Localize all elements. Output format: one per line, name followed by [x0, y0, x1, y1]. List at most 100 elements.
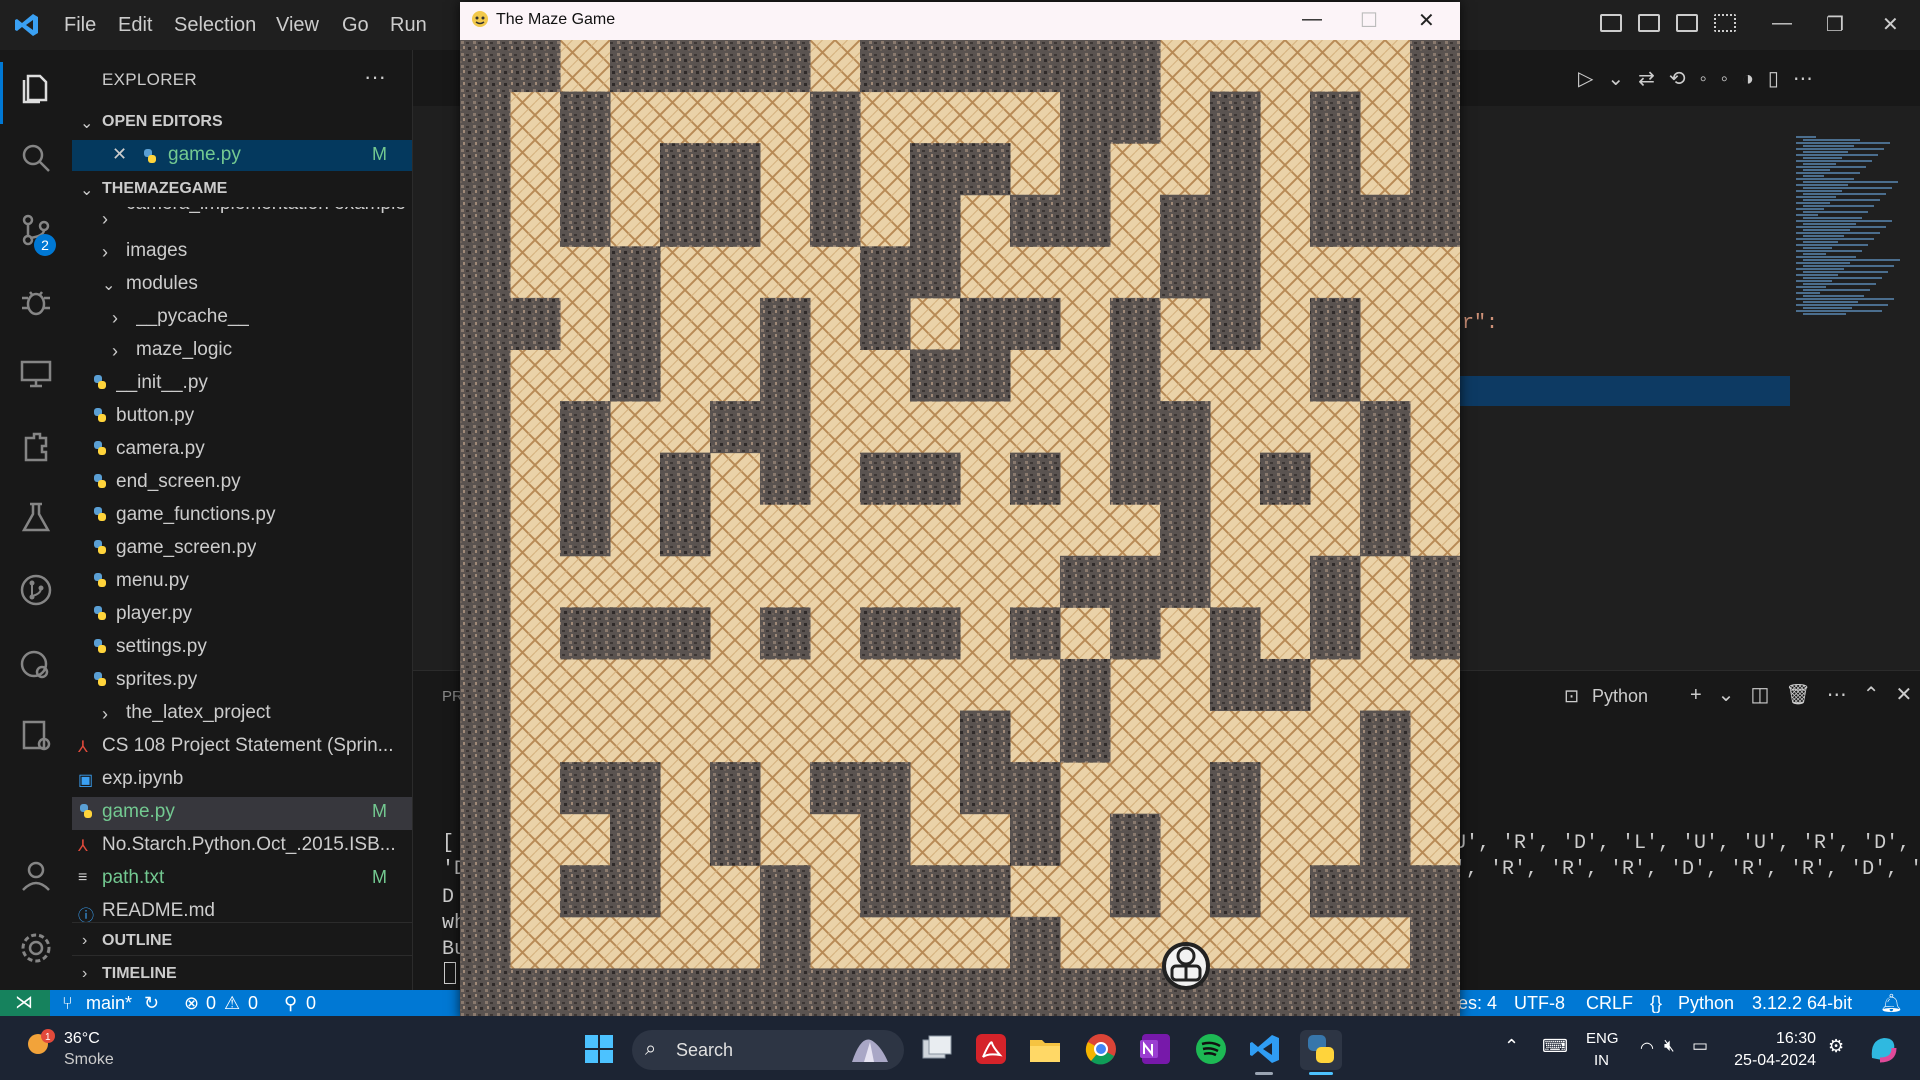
explorer-icon[interactable] [18, 70, 54, 106]
menu-go[interactable]: Go [342, 14, 369, 37]
game-close-icon[interactable]: ✕ [1418, 8, 1435, 33]
toggle-sidebar-icon[interactable] [1600, 14, 1622, 32]
tree-item[interactable]: settings.py [116, 636, 207, 658]
customize-layout-icon[interactable] [1714, 14, 1736, 32]
chevron-down-icon[interactable]: ⌄ [102, 275, 115, 295]
sync-icon[interactable]: ↻ [144, 993, 159, 1014]
tree-item[interactable]: README.md [102, 900, 215, 922]
indentation-status[interactable]: es: 4 [1458, 993, 1497, 1014]
timeline-header[interactable]: TIMELINE [102, 965, 177, 983]
input-language[interactable]: ENG [1586, 1030, 1619, 1047]
settings-sync-icon[interactable] [18, 718, 54, 754]
toggle-panel-icon[interactable] [1638, 14, 1660, 32]
open-editor-label[interactable]: game.py [168, 144, 241, 166]
manage-gear-icon[interactable] [18, 930, 54, 966]
chevron-down-icon[interactable]: ⌄ [80, 180, 93, 200]
run-debug-icon[interactable] [18, 284, 54, 320]
error-count[interactable]: 0 [206, 993, 216, 1014]
tree-item[interactable]: images [126, 240, 187, 262]
onenote-icon[interactable] [1138, 1032, 1172, 1066]
git-branch[interactable]: main* [86, 993, 132, 1014]
vscode-restore-icon[interactable]: ❐ [1826, 12, 1844, 37]
open-editors-header[interactable]: OPEN EDITORS [102, 113, 223, 131]
extensions-icon[interactable] [18, 428, 54, 464]
chevron-down-icon[interactable]: ⌄ [80, 113, 93, 133]
git-graph-icon[interactable] [18, 572, 54, 608]
remote-explorer-icon[interactable] [18, 356, 54, 392]
notification-icon[interactable]: ⚙ [1828, 1036, 1844, 1057]
tree-item[interactable]: game_screen.py [116, 537, 256, 559]
tree-item[interactable]: end_screen.py [116, 471, 241, 493]
eol-status[interactable]: CRLF [1586, 993, 1633, 1014]
terminal-actions-icon[interactable]: +⌄◫🗑⋯⌃✕ [1690, 682, 1920, 707]
vscode-taskbar-icon[interactable] [1248, 1032, 1282, 1066]
tree-item[interactable]: sprites.py [116, 669, 197, 691]
wifi-icon[interactable]: ◠ [1640, 1038, 1654, 1058]
file-explorer-icon[interactable] [1028, 1032, 1062, 1066]
notifications-bell-icon[interactable]: 🔔︎ [1880, 993, 1903, 1014]
close-editor-icon[interactable]: ✕ [112, 144, 127, 165]
tree-item[interactable]: game_functions.py [116, 504, 276, 526]
tree-item[interactable]: CS 108 Project Statement (Sprin... [102, 735, 393, 757]
tree-item[interactable]: __pycache__ [136, 306, 249, 328]
menu-selection[interactable]: Selection [174, 14, 256, 37]
menu-view[interactable]: View [276, 14, 319, 37]
copilot-icon[interactable] [1866, 1032, 1900, 1066]
menu-run[interactable]: Run [390, 14, 427, 37]
vscode-minimize-icon[interactable]: — [1772, 12, 1792, 35]
tree-item[interactable]: No.Starch.Python.Oct_.2015.ISB... [102, 834, 396, 856]
chevron-right-icon[interactable]: › [102, 242, 108, 263]
project-header[interactable]: THEMAZEGAME [102, 180, 227, 198]
tree-item[interactable]: modules [126, 273, 198, 295]
language-status[interactable]: Python [1678, 993, 1734, 1014]
testing-icon[interactable] [18, 500, 54, 536]
game-minimize-icon[interactable]: — [1302, 8, 1322, 31]
editor-actions-icon[interactable]: ▷⌄⇄⟲◦◦◑▯⋯ [1578, 66, 1827, 91]
weather-temperature[interactable]: 36°C [64, 1030, 100, 1048]
encoding-status[interactable]: UTF-8 [1514, 993, 1565, 1014]
chevron-right-icon[interactable]: › [102, 704, 108, 725]
minimap[interactable] [1796, 136, 1906, 316]
tree-item[interactable]: the_latex_project [126, 702, 271, 724]
input-region[interactable]: IN [1594, 1052, 1609, 1069]
menu-edit[interactable]: Edit [118, 14, 152, 37]
chevron-right-icon[interactable]: › [82, 965, 87, 983]
outline-header[interactable]: OUTLINE [102, 932, 172, 950]
tree-item[interactable]: camera.py [116, 438, 205, 460]
tree-item[interactable]: menu.py [116, 570, 189, 592]
tree-item[interactable]: game.py [102, 801, 175, 823]
windows-start-icon[interactable] [584, 1034, 614, 1064]
tree-item[interactable]: player.py [116, 603, 192, 625]
volume-muted-icon[interactable]: 🔇︎ [1664, 1036, 1675, 1056]
keyboard-icon[interactable]: ⌨ [1542, 1036, 1568, 1057]
docker-search-icon[interactable] [18, 646, 54, 682]
toggle-secondary-sidebar-icon[interactable] [1676, 14, 1698, 32]
accounts-icon[interactable] [18, 858, 54, 894]
battery-icon[interactable]: ▭ [1692, 1036, 1708, 1056]
weather-icon[interactable]: 1 [22, 1028, 56, 1062]
tree-item[interactable]: exp.ipynb [102, 768, 183, 790]
task-view-icon[interactable] [920, 1032, 954, 1066]
maze-canvas[interactable] [460, 40, 1460, 1020]
tree-item[interactable]: __init__.py [116, 372, 208, 394]
remote-indicator-icon[interactable]: ⋊ [0, 990, 50, 1016]
clock-date[interactable]: 25-04-2024 [1730, 1052, 1816, 1070]
clock-time[interactable]: 16:30 [1730, 1030, 1816, 1048]
chevron-right-icon[interactable]: › [102, 209, 108, 230]
chevron-right-icon[interactable]: › [112, 308, 118, 329]
interpreter-status[interactable]: 3.12.2 64-bit [1752, 993, 1852, 1014]
chevron-right-icon[interactable]: › [82, 932, 87, 950]
tree-item[interactable]: button.py [116, 405, 194, 427]
weather-description[interactable]: Smoke [64, 1051, 114, 1069]
chevron-right-icon[interactable]: › [112, 341, 118, 362]
search-icon[interactable] [18, 140, 54, 176]
menu-file[interactable]: File [64, 14, 96, 37]
acrobat-icon[interactable] [974, 1032, 1008, 1066]
tree-item[interactable]: path.txt [102, 867, 164, 889]
spotify-icon[interactable] [1194, 1032, 1228, 1066]
explorer-more-icon[interactable]: ··· [364, 64, 386, 90]
vscode-close-icon[interactable]: ✕ [1882, 12, 1899, 37]
terminal-name[interactable]: Python [1592, 686, 1648, 707]
chrome-icon[interactable] [1084, 1032, 1118, 1066]
tray-chevron-up-icon[interactable]: ⌃ [1504, 1036, 1519, 1057]
